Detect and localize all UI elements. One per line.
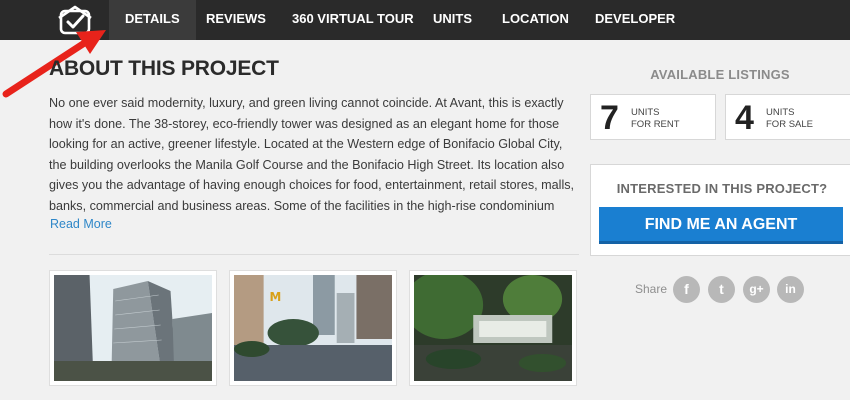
tab-developer[interactable]: DEVELOPER: [579, 0, 691, 40]
rent-label-line2: FOR RENT: [631, 119, 680, 130]
tab-details[interactable]: DETAILS: [109, 0, 196, 40]
gallery-image-garden[interactable]: [409, 270, 577, 386]
tab-units[interactable]: UNITS: [417, 0, 488, 40]
rent-count: 7: [600, 99, 619, 137]
about-title: ABOUT THIS PROJECT: [49, 57, 279, 80]
house-check-icon[interactable]: [56, 4, 94, 36]
top-nav: DETAILS REVIEWS 360 VIRTUAL TOUR UNITS L…: [0, 0, 850, 40]
tower-photo: [54, 275, 212, 381]
available-listings-title: AVAILABLE LISTINGS: [650, 67, 790, 82]
rent-label-line1: UNITS: [631, 107, 660, 118]
find-agent-button[interactable]: FIND ME AN AGENT: [599, 207, 843, 244]
sale-label-line1: UNITS: [766, 107, 795, 118]
tab-reviews[interactable]: REVIEWS: [190, 0, 282, 40]
twitter-icon[interactable]: t: [708, 276, 735, 303]
linkedin-icon[interactable]: in: [777, 276, 804, 303]
share-label: Share: [635, 282, 668, 296]
rent-label: UNITS FOR RENT: [631, 107, 680, 131]
sale-label-line2: FOR SALE: [766, 119, 813, 130]
interest-box: INTERESTED IN THIS PROJECT? FIND ME AN A…: [590, 164, 850, 256]
listing-for-rent[interactable]: 7 UNITS FOR RENT: [590, 94, 716, 140]
sale-label: UNITS FOR SALE: [766, 107, 813, 131]
interest-title: INTERESTED IN THIS PROJECT?: [616, 181, 828, 196]
garden-photo: [414, 275, 572, 381]
sale-count: 4: [735, 99, 754, 137]
gallery-image-tower[interactable]: [49, 270, 217, 386]
google-plus-icon[interactable]: g+: [743, 276, 770, 303]
street-photo: M: [234, 275, 392, 381]
facebook-icon[interactable]: f: [673, 276, 700, 303]
read-more-link[interactable]: Read More: [50, 217, 112, 231]
svg-text:M: M: [270, 290, 282, 304]
tab-360-virtual-tour[interactable]: 360 VIRTUAL TOUR: [276, 0, 430, 40]
about-description: No one ever said modernity, luxury, and …: [49, 96, 575, 213]
divider: [49, 254, 579, 255]
tab-location[interactable]: LOCATION: [486, 0, 585, 40]
listing-for-sale[interactable]: 4 UNITS FOR SALE: [725, 94, 850, 140]
gallery-image-street[interactable]: M: [229, 270, 397, 386]
